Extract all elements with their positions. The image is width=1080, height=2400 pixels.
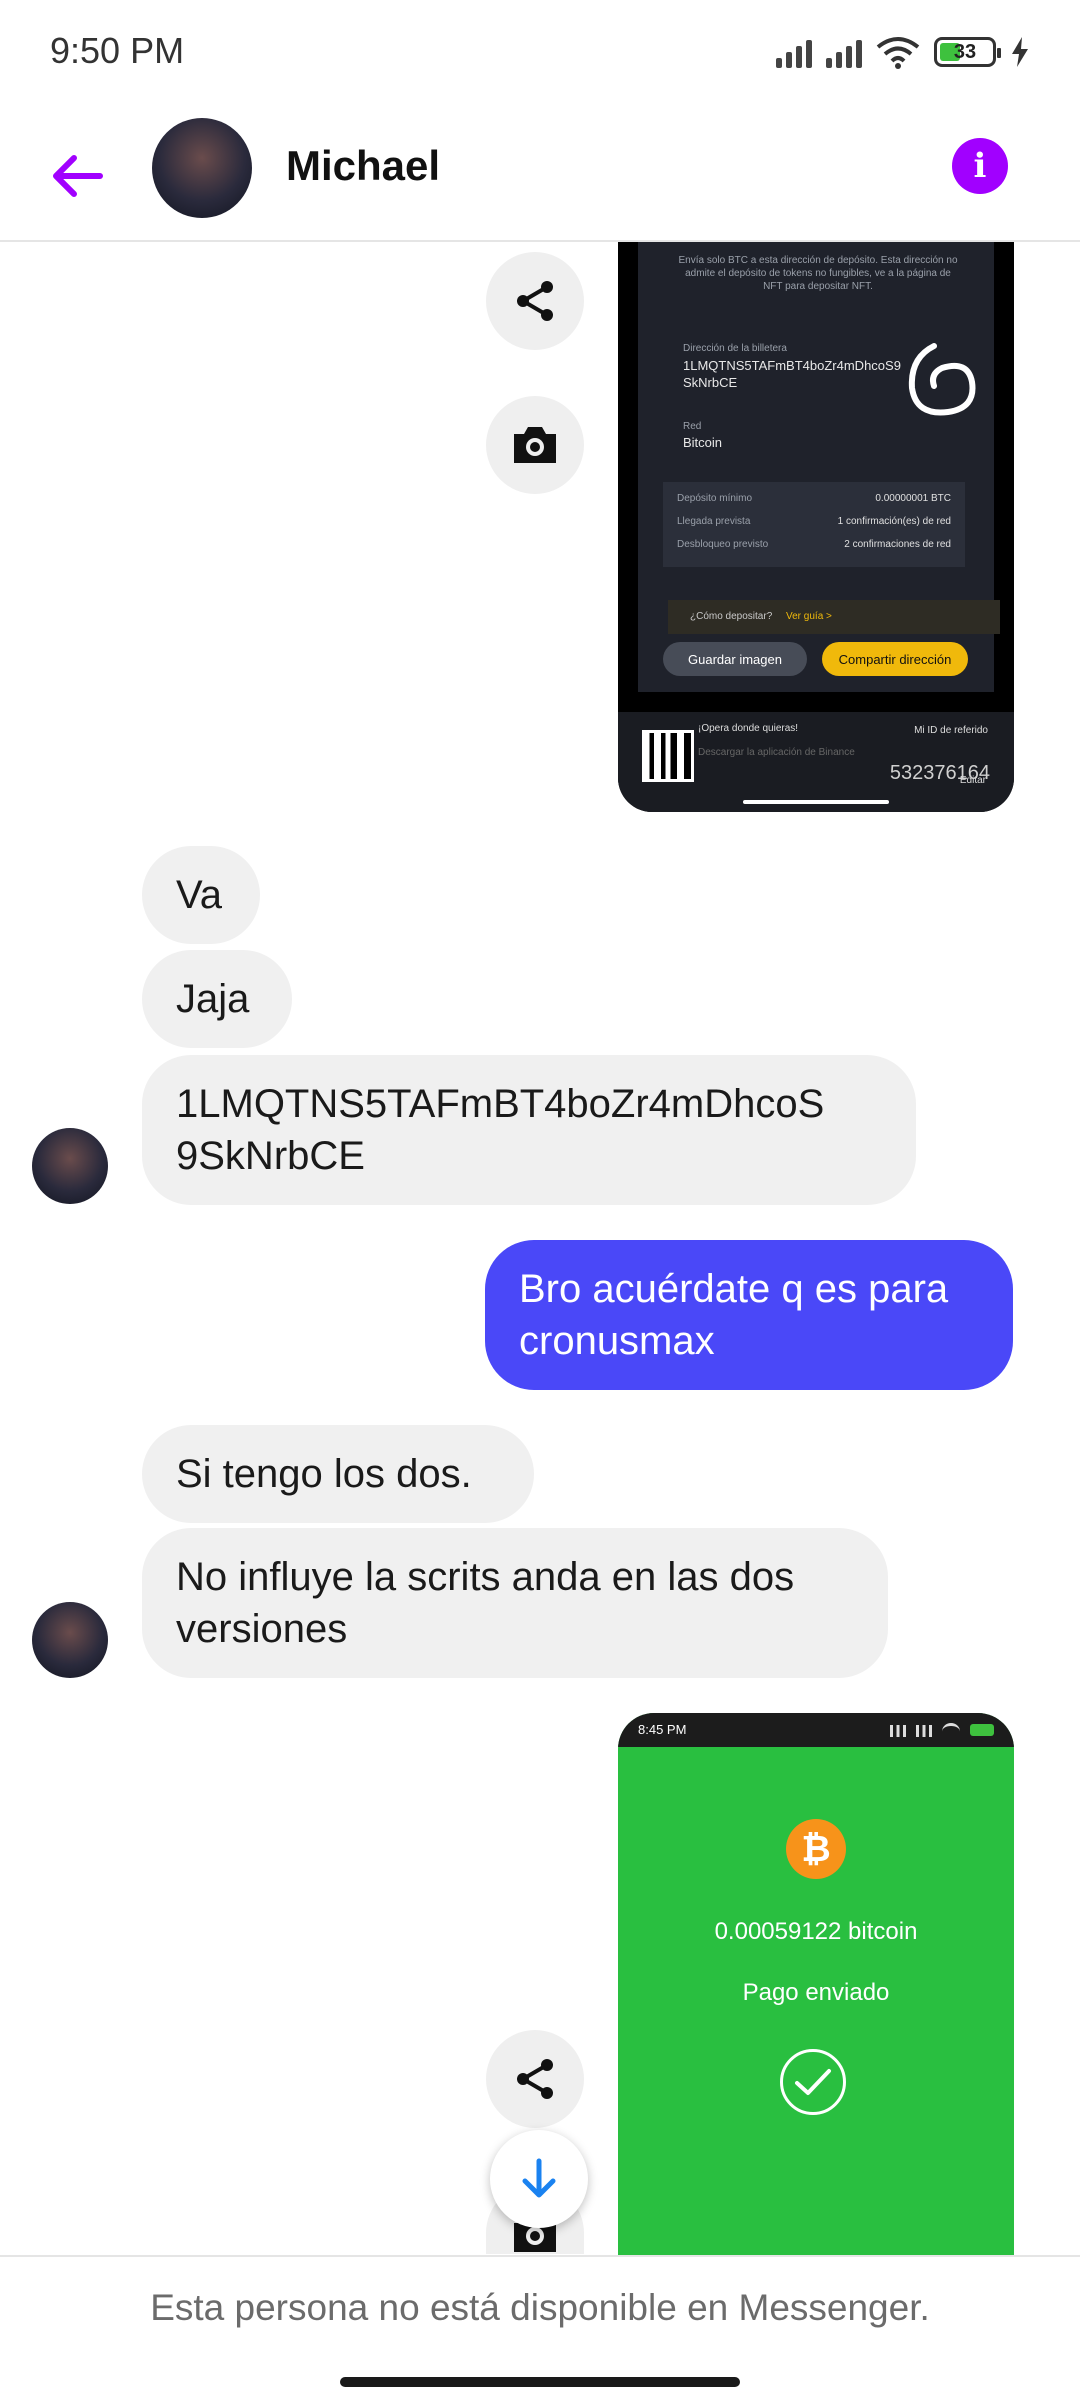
composer-unavailable-footer: Esta persona no está disponible en Messe… xyxy=(0,2255,1080,2400)
message-bubble-out[interactable]: Bro acuérdate q es para cronusmax xyxy=(485,1240,1013,1390)
share-icon xyxy=(517,281,553,321)
message-text-line: Bro acuérdate q es para xyxy=(519,1267,949,1311)
handwritten-circle-mark xyxy=(908,343,976,416)
payment-time: 8:45 PM xyxy=(638,1722,687,1737)
min-deposit-label: Depósito mínimo xyxy=(677,493,753,504)
wifi-icon xyxy=(876,37,920,69)
payment-status-bar: 8:45 PM xyxy=(618,1713,1014,1747)
image-attachment-deposit[interactable]: Envía solo BTC a esta dirección de depós… xyxy=(618,242,1014,812)
share-button[interactable] xyxy=(486,252,584,350)
deposit-panel: Envía solo BTC a esta dirección de depós… xyxy=(638,242,1000,692)
sender-avatar[interactable] xyxy=(32,1128,108,1204)
wallet-label: Dirección de la billetera xyxy=(683,343,787,354)
message-bubble-in[interactable]: Va xyxy=(142,846,260,944)
status-time: 9:50 PM xyxy=(50,30,185,71)
share-address-label: Compartir dirección xyxy=(822,642,968,676)
charging-icon xyxy=(1012,37,1028,67)
unavailable-notice: Esta persona no está disponible en Messe… xyxy=(150,2287,930,2328)
qr-code xyxy=(642,730,694,782)
message-text-line: 9SkNrbCE xyxy=(176,1134,365,1178)
message-text-line: No influye la scrits anda en las dos xyxy=(176,1555,795,1599)
contact-avatar[interactable] xyxy=(152,118,252,218)
bitcoin-icon: ₿ xyxy=(786,1819,846,1879)
message-bubble-in[interactable]: Jaja xyxy=(142,950,292,1048)
signal-icon-2 xyxy=(826,36,862,68)
save-photo-button[interactable] xyxy=(486,396,584,494)
message-text: Va xyxy=(176,873,222,917)
info-button[interactable]: i xyxy=(952,138,1008,194)
share-button[interactable] xyxy=(486,2030,584,2128)
trade-anywhere: ¡Opera donde quieras! xyxy=(698,723,799,734)
signal-icon xyxy=(776,36,812,68)
check-icon xyxy=(780,2049,846,2115)
deposit-tip: ¿Cómo depositar? xyxy=(690,611,773,622)
home-indicator xyxy=(743,800,889,804)
battery-icon: 33 xyxy=(934,37,1001,67)
message-text-line: cronusmax xyxy=(519,1319,715,1363)
payment-amount: 0.00059122 bitcoin xyxy=(714,1918,918,1945)
back-button[interactable] xyxy=(40,140,112,212)
unlock-value: 2 confirmaciones de red xyxy=(844,539,951,550)
arrival-label: Llegada prevista xyxy=(677,516,751,527)
bitcoin-symbol: ₿ xyxy=(801,1828,831,1869)
message-bubble-in[interactable]: No influye la scrits anda en las dos ver… xyxy=(142,1528,888,1678)
deposit-info-box: Depósito mínimo 0.00000001 BTC Llegada p… xyxy=(663,482,965,567)
download-app: Descargar la aplicación de Binance xyxy=(698,747,855,758)
scroll-to-bottom-button[interactable] xyxy=(490,2130,588,2228)
deposit-tip-link: Ver guía > xyxy=(786,611,832,622)
message-bubble-in[interactable]: Si tengo los dos. xyxy=(142,1425,534,1523)
camera-icon xyxy=(514,427,556,463)
image-attachment-payment[interactable]: 8:45 PM ₿ 0.00059122 bitcoin Pago enviad… xyxy=(618,1713,1014,2255)
network-label: Red xyxy=(683,421,702,432)
message-text-line: 1LMQTNS5TAFmBT4boZr4mDhcoS xyxy=(176,1082,825,1126)
deposit-tip-bar: ¿Cómo depositar? Ver guía > xyxy=(668,600,1000,634)
network-value: Bitcoin xyxy=(683,435,723,450)
message-text-line: versiones xyxy=(176,1607,348,1651)
message-text: Jaja xyxy=(176,977,250,1021)
deposit-notice: Envía solo BTC a esta dirección de depós… xyxy=(678,255,958,292)
share-icon xyxy=(517,2059,553,2099)
save-image-label: Guardar imagen xyxy=(663,642,807,676)
arrow-left-icon xyxy=(53,155,103,197)
unlock-label: Desbloqueo previsto xyxy=(677,539,769,550)
sender-avatar[interactable] xyxy=(32,1602,108,1678)
payment-status: Pago enviado xyxy=(742,1979,890,2006)
info-icon: i xyxy=(973,146,987,186)
contact-name[interactable]: Michael xyxy=(286,142,440,190)
message-bubble-in[interactable]: 1LMQTNS5TAFmBT4boZr4mDhcoS 9SkNrbCE xyxy=(142,1055,916,1205)
status-icons: 33 xyxy=(776,30,1030,74)
payment-status-icons xyxy=(884,1723,994,1737)
gesture-bar[interactable] xyxy=(340,2377,740,2387)
referral-label: Mi ID de referido xyxy=(914,725,988,736)
wallet-line-2: SkNrbCE xyxy=(683,375,738,390)
message-text: Si tengo los dos. xyxy=(176,1452,472,1496)
min-deposit-value: 0.00000001 BTC xyxy=(875,493,951,504)
battery-level: 33 xyxy=(953,40,977,63)
conversation-header: Michael i xyxy=(0,110,1080,242)
referral-id: 532376164 xyxy=(889,762,990,784)
arrival-value: 1 confirmación(es) de red xyxy=(837,516,951,527)
wallet-line-1: 1LMQTNS5TAFmBT4boZr4mDhcoS9 xyxy=(683,358,901,373)
arrow-down-icon xyxy=(522,2158,556,2198)
